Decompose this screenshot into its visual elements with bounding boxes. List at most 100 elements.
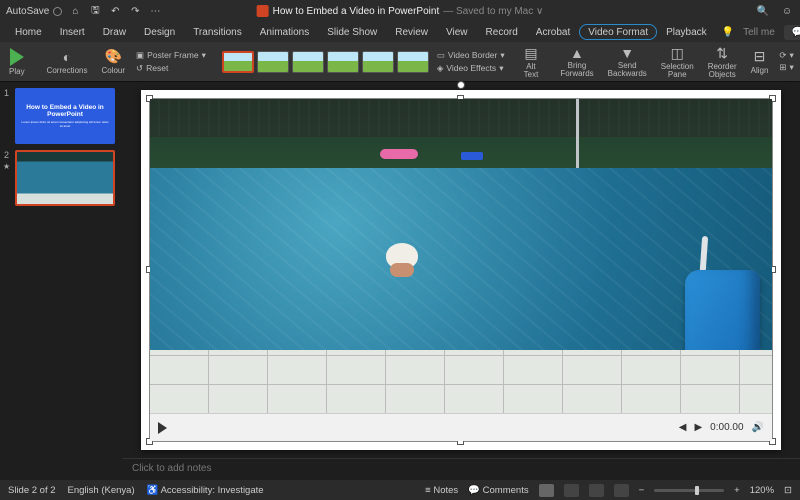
poster-frame-label: Poster Frame xyxy=(147,50,199,60)
autosave-toggle[interactable]: AutoSave xyxy=(6,6,62,17)
video-preview-image xyxy=(150,99,772,413)
view-reading-button[interactable] xyxy=(589,484,604,497)
tell-me-search[interactable]: Tell me xyxy=(734,24,784,41)
video-next-button[interactable]: ▶ xyxy=(694,422,702,433)
main-area: 1 How to Embed a Video in PowerPoint Lor… xyxy=(0,82,800,480)
tab-video-format[interactable]: Video Format xyxy=(579,24,657,40)
corrections-button[interactable]: ◐ Corrections xyxy=(44,49,91,75)
comments-toggle-label: Comments xyxy=(483,485,529,496)
video-border-button[interactable]: ▭Video Border ▾ xyxy=(437,50,505,61)
slide-canvas[interactable]: ◀ ▶ 0:00.00 🔊 xyxy=(141,90,781,450)
colour-button[interactable]: 🎨 Colour xyxy=(98,48,128,75)
redo-icon[interactable]: ↷ xyxy=(128,4,142,18)
tab-playback[interactable]: Playback xyxy=(657,24,716,41)
group-button[interactable]: ⊞▾ xyxy=(779,62,793,73)
save-status[interactable]: — Saved to my Mac ∨ xyxy=(443,6,543,17)
view-normal-button[interactable] xyxy=(539,484,554,497)
slide-counter[interactable]: Slide 2 of 2 xyxy=(8,485,56,496)
selection-pane-button[interactable]: ◫ Selection Pane xyxy=(658,45,697,79)
status-bar: Slide 2 of 2 English (Kenya) ♿ Accessibi… xyxy=(0,480,800,500)
video-style-3[interactable] xyxy=(292,51,324,73)
effects-icon: ◈ xyxy=(437,63,444,74)
view-sorter-button[interactable] xyxy=(564,484,579,497)
language-selector[interactable]: English (Kenya) xyxy=(68,485,135,496)
poster-frame-button[interactable]: ▣Poster Frame ▾ xyxy=(136,50,206,61)
save-icon[interactable]: 🖫 xyxy=(88,4,102,18)
video-style-5[interactable] xyxy=(362,51,394,73)
video-border-label: Video Border xyxy=(448,50,497,60)
video-styles-gallery[interactable] xyxy=(222,51,429,73)
reset-button[interactable]: ↺Reset xyxy=(136,63,206,74)
reset-label: Reset xyxy=(146,63,168,73)
send-backwards-button[interactable]: ▼ Send Backwards xyxy=(605,45,650,78)
bring-forwards-label: Bring Forwards xyxy=(560,62,593,78)
fit-to-window-button[interactable]: ⊡ xyxy=(784,485,792,496)
video-effects-button[interactable]: ◈Video Effects ▾ xyxy=(437,63,505,74)
bring-forwards-button[interactable]: ▲ Bring Forwards xyxy=(557,45,596,78)
video-volume-button[interactable]: 🔊 xyxy=(752,422,764,433)
tab-animations[interactable]: Animations xyxy=(251,24,318,41)
title-bar: AutoSave ⌂ 🖫 ↶ ↷ ⋯ How to Embed a Video … xyxy=(0,0,800,22)
colour-label: Colour xyxy=(101,66,125,75)
slide-number: 2 xyxy=(4,150,12,206)
slide-thumbnail-2[interactable] xyxy=(15,150,115,206)
more-icon[interactable]: ⋯ xyxy=(148,4,162,18)
autosave-label: AutoSave xyxy=(6,6,49,17)
undo-icon[interactable]: ↶ xyxy=(108,4,122,18)
align-button[interactable]: ⊟ Align xyxy=(748,48,772,75)
tab-draw[interactable]: Draw xyxy=(94,24,135,41)
tab-acrobat[interactable]: Acrobat xyxy=(527,24,579,41)
video-style-6[interactable] xyxy=(397,51,429,73)
accessibility-icon: ♿ xyxy=(147,485,159,496)
colour-icon: 🎨 xyxy=(105,48,122,65)
alt-text-button[interactable]: ▤ Alt Text xyxy=(521,45,542,79)
zoom-slider[interactable] xyxy=(654,489,724,492)
zoom-level[interactable]: 120% xyxy=(750,485,774,496)
ribbon-tabs: Home Insert Draw Design Transitions Anim… xyxy=(0,22,800,42)
video-play-button[interactable] xyxy=(158,422,167,434)
slide-thumbnail-1[interactable]: How to Embed a Video in PowerPoint Lorem… xyxy=(15,88,115,144)
tab-view[interactable]: View xyxy=(437,24,477,41)
video-playback-controls: ◀ ▶ 0:00.00 🔊 xyxy=(150,413,772,441)
video-object[interactable]: ◀ ▶ 0:00.00 🔊 xyxy=(149,98,773,442)
rotation-handle[interactable] xyxy=(457,81,465,89)
notes-toggle[interactable]: ≡ Notes xyxy=(425,485,458,496)
comments-button[interactable]: 💬 Comments xyxy=(784,25,800,40)
bring-forward-icon: ▲ xyxy=(570,45,584,61)
tab-record[interactable]: Record xyxy=(477,24,527,41)
video-style-1[interactable] xyxy=(222,51,254,73)
notes-placeholder: Click to add notes xyxy=(132,463,212,474)
video-style-2[interactable] xyxy=(257,51,289,73)
align-label: Align xyxy=(751,66,769,75)
reorder-objects-button[interactable]: ⇅ Reorder Objects xyxy=(705,45,740,79)
notes-pane[interactable]: Click to add notes xyxy=(122,458,800,480)
reorder-icon: ⇅ xyxy=(716,45,728,62)
tab-review[interactable]: Review xyxy=(386,24,437,41)
zoom-slider-thumb[interactable] xyxy=(695,486,699,495)
accessibility-checker[interactable]: ♿ Accessibility: Investigate xyxy=(147,485,264,496)
poster-frame-icon: ▣ xyxy=(136,50,144,61)
tab-insert[interactable]: Insert xyxy=(51,24,94,41)
play-button[interactable]: Play xyxy=(6,48,28,76)
zoom-in-button[interactable]: + xyxy=(734,485,740,496)
comments-toggle[interactable]: 💬 Comments xyxy=(468,485,528,496)
help-icon[interactable]: ☺ xyxy=(780,4,794,18)
search-icon[interactable]: 🔍 xyxy=(756,4,770,18)
zoom-out-button[interactable]: − xyxy=(639,485,645,496)
group-icon: ⊞ xyxy=(779,62,786,73)
home-icon[interactable]: ⌂ xyxy=(68,4,82,18)
tab-slide-show[interactable]: Slide Show xyxy=(318,24,386,41)
rotate-button[interactable]: ⟳▾ xyxy=(779,50,793,61)
play-icon xyxy=(10,48,24,66)
slide-thumbnails-panel: 1 How to Embed a Video in PowerPoint Lor… xyxy=(0,82,122,480)
selection-pane-label: Selection Pane xyxy=(661,63,694,79)
thumb1-title: How to Embed a Video in PowerPoint xyxy=(21,104,109,118)
tab-transitions[interactable]: Transitions xyxy=(184,24,251,41)
video-prev-button[interactable]: ◀ xyxy=(679,422,687,433)
border-icon: ▭ xyxy=(437,50,445,61)
rotate-icon: ⟳ xyxy=(779,50,786,61)
video-style-4[interactable] xyxy=(327,51,359,73)
tab-home[interactable]: Home xyxy=(6,24,51,41)
tab-design[interactable]: Design xyxy=(135,24,184,41)
view-slideshow-button[interactable] xyxy=(614,484,629,497)
